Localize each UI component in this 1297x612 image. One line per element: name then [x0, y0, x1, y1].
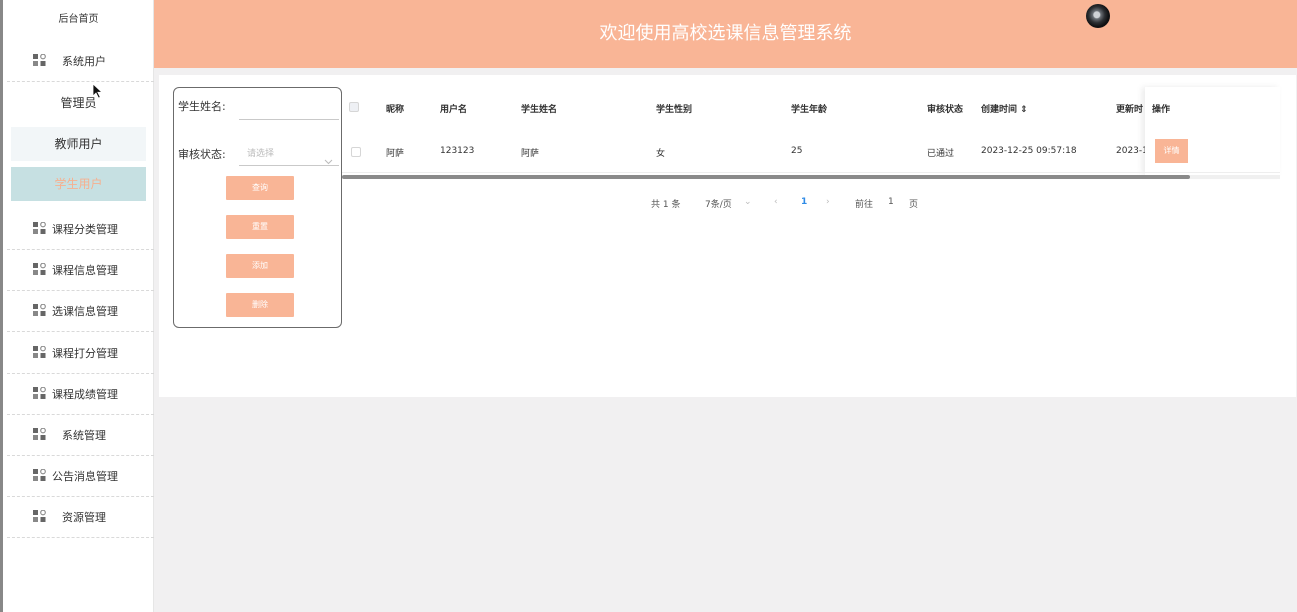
horizontal-scrollbar[interactable]: [342, 175, 1190, 179]
column-header-operation: 操作: [1152, 105, 1171, 115]
page-suffix-label: 页: [909, 200, 919, 210]
status-select[interactable]: 请选择: [239, 142, 339, 166]
cell-gender: 女: [656, 149, 666, 159]
sidebar-item-course-info[interactable]: 课程信息管理: [7, 250, 154, 291]
sidebar-item-label: 资源管理: [62, 511, 106, 524]
cell-created-time: 2023-12-25 09:57:18: [981, 146, 1077, 156]
avatar[interactable]: [1086, 4, 1110, 28]
reset-button[interactable]: 重置: [226, 215, 294, 239]
next-page-icon[interactable]: ›: [826, 197, 830, 207]
sidebar-item-selection-info[interactable]: 选课信息管理: [7, 291, 154, 332]
module-icon: [33, 54, 49, 68]
column-header-sortable[interactable]: 创建时间 ⇕: [981, 102, 1028, 115]
column-header: 学生年龄: [791, 105, 828, 115]
column-header: 昵称: [386, 105, 405, 115]
sidebar-sub-student[interactable]: 学生用户: [11, 167, 146, 201]
student-name-input[interactable]: [239, 96, 339, 120]
sidebar-item-label: 课程打分管理: [52, 347, 118, 360]
sidebar-item-label: 系统用户: [62, 55, 106, 68]
column-header: 学生姓名: [521, 105, 558, 115]
add-button[interactable]: 添加: [226, 254, 294, 278]
cell-nickname: 阿萨: [386, 149, 405, 159]
delete-button[interactable]: 删除: [226, 293, 294, 317]
top-header: 欢迎使用高校选课信息管理系统: [154, 0, 1297, 68]
sidebar-item-resources[interactable]: 资源管理: [7, 497, 154, 538]
module-icon: [33, 387, 49, 401]
pagination-total: 共 1 条: [651, 200, 681, 210]
sidebar-item-label: 课程成绩管理: [52, 388, 118, 401]
goto-label: 前往: [855, 200, 874, 210]
cell-username: 123123: [440, 146, 475, 156]
search-form: 学生姓名: 审核状态: 请选择 查询 重置 添加 删除: [173, 87, 342, 328]
cell-status: 已通过: [927, 149, 955, 159]
goto-page-input[interactable]: 1: [888, 197, 894, 207]
mouse-cursor-icon: [92, 83, 104, 103]
module-icon: [33, 222, 49, 236]
module-icon: [33, 428, 49, 442]
sidebar-item-label: 课程分类管理: [52, 223, 118, 236]
sidebar-sub-admin[interactable]: 管理员: [11, 86, 146, 120]
select-all-checkbox[interactable]: [349, 102, 359, 112]
column-header: 更新时: [1116, 105, 1144, 115]
sidebar-item-course-grades[interactable]: 课程成绩管理: [7, 374, 154, 415]
sidebar-item-label: 公告消息管理: [52, 470, 118, 483]
page-title: 欢迎使用高校选课信息管理系统: [599, 23, 852, 44]
column-header: 用户名: [440, 105, 468, 115]
page-size-select[interactable]: 7条/页: [705, 197, 732, 210]
student-name-label: 学生姓名:: [178, 100, 226, 113]
prev-page-icon[interactable]: ‹: [774, 197, 778, 207]
row-divider: [342, 172, 1280, 173]
module-icon: [33, 510, 49, 524]
status-label: 审核状态:: [178, 148, 226, 161]
sidebar-item-label: 系统管理: [62, 429, 106, 442]
cell-updated-time: 2023-1: [1116, 146, 1148, 156]
sidebar-item-label: 选课信息管理: [52, 305, 118, 318]
cell-age: 25: [791, 146, 803, 156]
cell-student-name: 阿萨: [521, 149, 540, 159]
sidebar-item-course-category[interactable]: 课程分类管理: [7, 209, 154, 250]
column-header: 审核状态: [927, 105, 964, 115]
module-icon: [33, 304, 49, 318]
page-number-current[interactable]: 1: [801, 197, 807, 207]
chevron-down-icon: [324, 151, 333, 175]
module-icon: [33, 346, 49, 360]
sidebar-item-announcements[interactable]: 公告消息管理: [7, 456, 154, 497]
page-size-chevron-icon: ⌄: [744, 197, 752, 207]
sidebar: 后台首页 系统用户 管理员 教师用户 学生用户 课程分类管理 课程信息管理 选课…: [0, 0, 154, 612]
status-select-placeholder: 请选择: [247, 149, 275, 159]
row-checkbox[interactable]: [351, 147, 361, 157]
query-button[interactable]: 查询: [226, 176, 294, 200]
module-icon: [33, 263, 49, 277]
module-icon: [33, 469, 49, 483]
detail-button[interactable]: 详情: [1155, 139, 1188, 163]
sidebar-item-course-rating[interactable]: 课程打分管理: [7, 333, 154, 374]
sidebar-sub-teacher[interactable]: 教师用户: [11, 127, 146, 161]
column-header: 学生性别: [656, 105, 693, 115]
sidebar-item-system-management[interactable]: 系统管理: [7, 415, 154, 456]
sidebar-item-label: 课程信息管理: [52, 264, 118, 277]
sidebar-home[interactable]: 后台首页: [3, 8, 154, 32]
sidebar-item-system-users[interactable]: 系统用户: [7, 41, 154, 82]
